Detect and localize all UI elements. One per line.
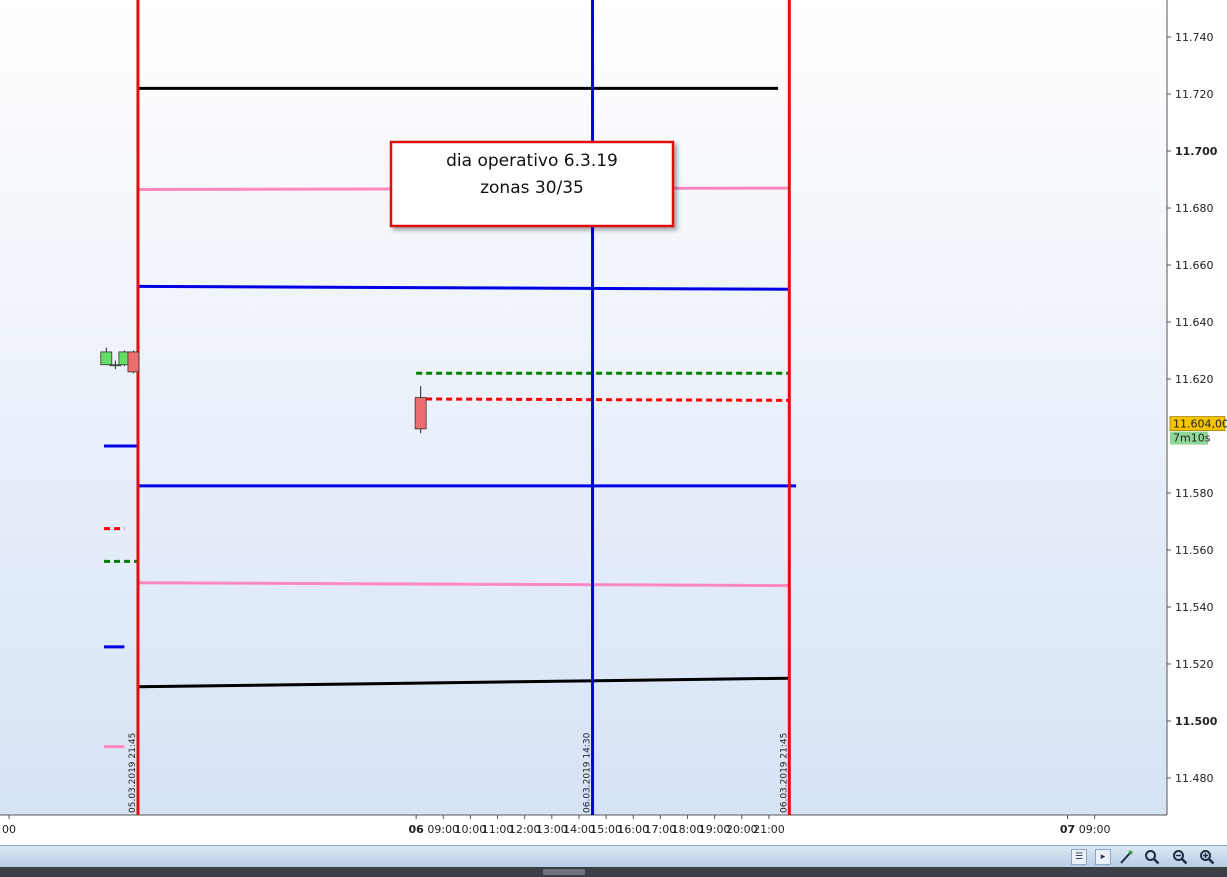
y-tick-label: 11.580 xyxy=(1175,487,1214,500)
y-tick-label: 11.560 xyxy=(1175,544,1214,557)
price-label: 11.604,00 xyxy=(1173,418,1227,431)
plot-background xyxy=(0,0,1167,815)
y-tick-label: 11.540 xyxy=(1175,601,1214,614)
y-tick-label: 11.480 xyxy=(1175,772,1214,785)
candle-body xyxy=(127,351,140,373)
annotation-line-2: zonas 30/35 xyxy=(480,178,584,198)
y-tick-label: 11.620 xyxy=(1175,373,1214,386)
candle-body xyxy=(100,351,113,366)
y-tick-label: 11.640 xyxy=(1175,316,1214,329)
zoom-out-icon[interactable] xyxy=(1172,849,1188,865)
horizontal-scrollbar[interactable] xyxy=(0,867,1227,877)
price-chart[interactable]: 05.03.2019 21:45 06.03.2019 14:30 06.03.20… xyxy=(0,0,1227,845)
magic-wand-icon[interactable] xyxy=(1118,849,1134,865)
scrollbar-thumb[interactable] xyxy=(543,869,585,875)
y-tick-label: 11.680 xyxy=(1175,202,1214,215)
vertical-line-label: 05.03.2019 21:45 xyxy=(128,733,138,813)
x-tick-label: 06 xyxy=(408,823,424,836)
x-tick-label: 21:00 xyxy=(753,823,785,836)
candle-body xyxy=(414,397,427,430)
timer-label: 7m10s xyxy=(1173,432,1211,445)
vertical-line-label: 06.03.2019 21:45 xyxy=(779,733,789,813)
vertical-line-label: 06.03.2019 14:30 xyxy=(583,732,593,813)
x-tick-label: 07 xyxy=(1060,823,1075,836)
zoom-fit-icon[interactable] xyxy=(1144,849,1160,865)
play-glyph: ▸ xyxy=(1100,852,1106,862)
y-tick-label: 11.720 xyxy=(1175,88,1214,101)
annotation-line-1: dia operativo 6.3.19 xyxy=(446,151,618,171)
x-tick-label: 09:00 xyxy=(1079,823,1111,836)
y-tick-label: 11.660 xyxy=(1175,259,1214,272)
zoom-in-icon[interactable] xyxy=(1199,849,1215,865)
chart-toolbar: ☰ ▸ xyxy=(0,845,1227,868)
y-tick-label: 11.500 xyxy=(1175,715,1218,728)
y-tick-label: 11.700 xyxy=(1175,145,1218,158)
annotation-box[interactable]: dia operativo 6.3.19 zonas 30/35 xyxy=(389,140,675,228)
y-tick-label: 11.740 xyxy=(1175,31,1214,44)
scroll-left-icon[interactable]: ☰ xyxy=(1071,849,1087,865)
x-tick-label: 00 xyxy=(2,823,16,836)
play-icon[interactable]: ▸ xyxy=(1095,849,1111,865)
y-tick-label: 11.520 xyxy=(1175,658,1214,671)
